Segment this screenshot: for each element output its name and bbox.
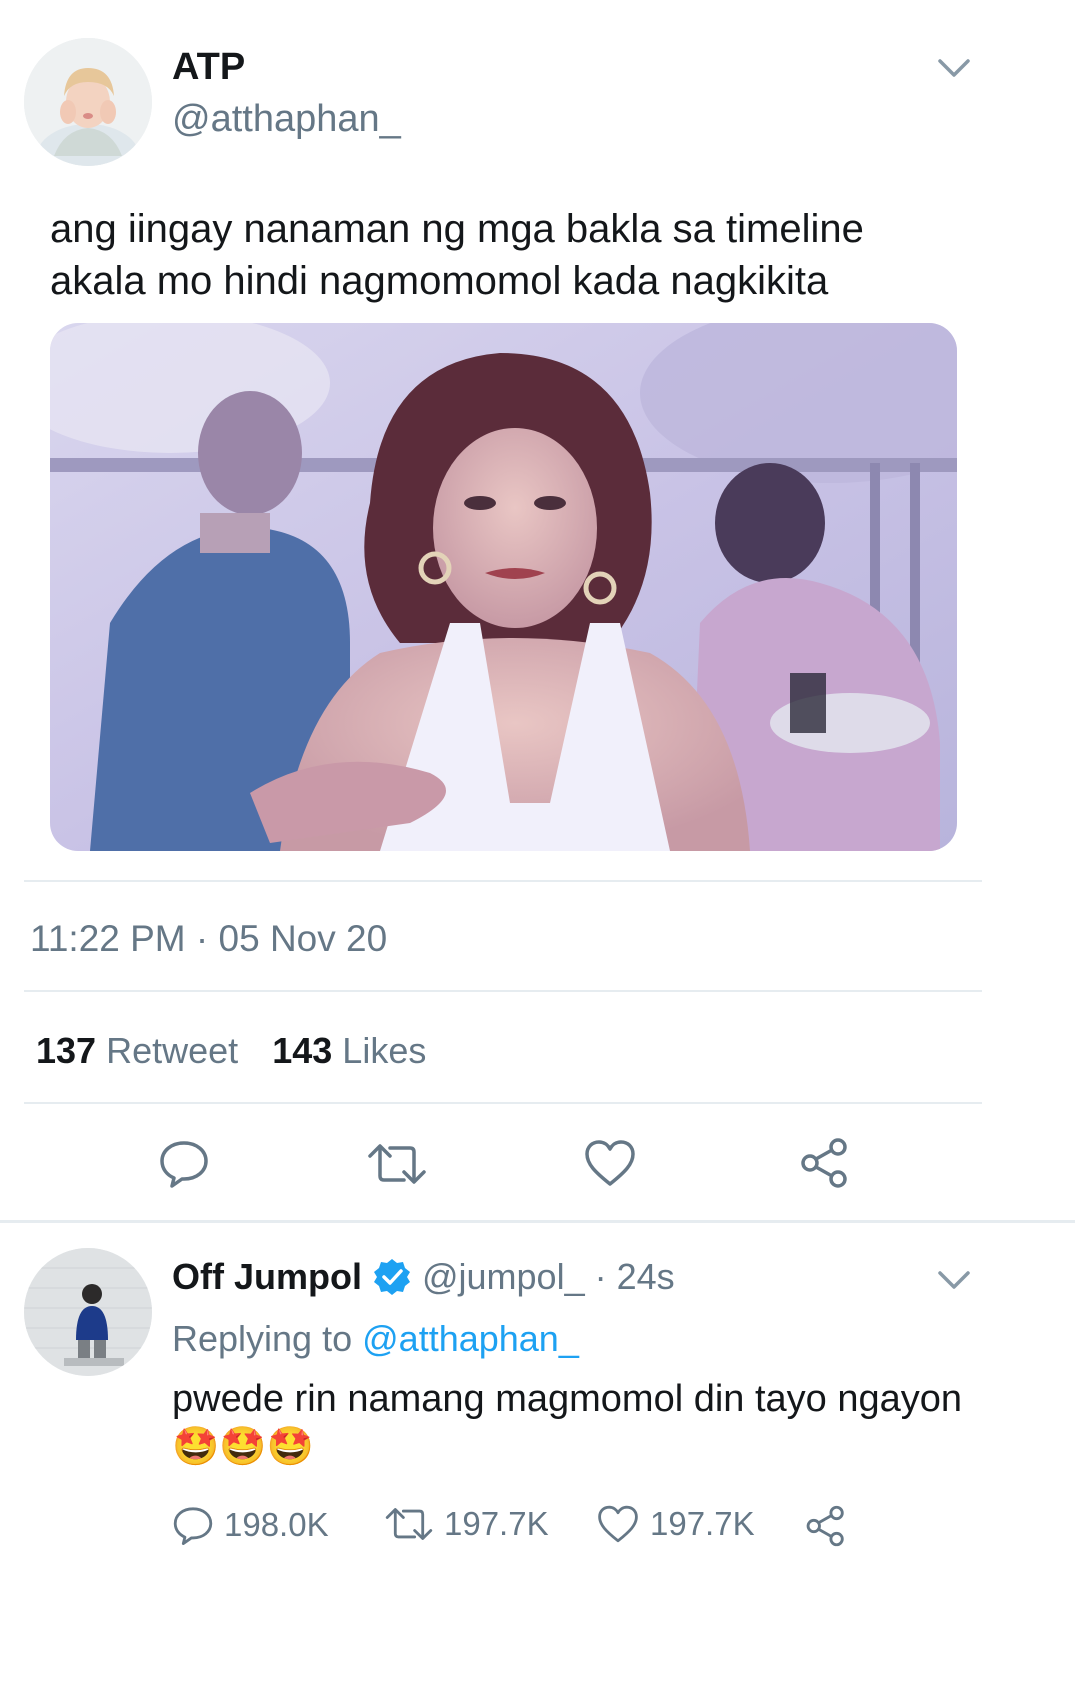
divider [24, 880, 982, 882]
author-handle[interactable]: @atthaphan_ [172, 98, 401, 141]
reply-author-avatar[interactable] [24, 1248, 152, 1376]
reply-count: 198.0K [224, 1506, 329, 1543]
like-icon[interactable] [583, 1138, 637, 1188]
replying-to-prefix: Replying to [172, 1318, 353, 1359]
reply-text: pwede rin namang magmomol din tayo ngayo… [172, 1376, 962, 1472]
reply-age: · 24s [594, 1256, 675, 1297]
reply-action-retweet[interactable]: 197.7K [384, 1504, 549, 1544]
like-icon [596, 1504, 640, 1544]
replying-to: Replying to @atthaphan_ [172, 1318, 579, 1360]
reply-text-line: pwede rin namang magmomol din tayo ngayo… [172, 1378, 963, 1420]
chevron-down-icon[interactable] [934, 1260, 974, 1300]
tweet-photo[interactable] [50, 323, 957, 851]
share-icon[interactable] [804, 1504, 848, 1548]
like-label: Likes [342, 1030, 427, 1071]
retweet-icon [384, 1504, 434, 1544]
verified-badge-icon [372, 1257, 412, 1297]
section-separator [0, 1220, 1075, 1223]
reply-author-name[interactable]: Off Jumpol [172, 1256, 362, 1298]
reply-icon [172, 1504, 214, 1546]
reply-author-handle[interactable]: @jumpol_ [422, 1256, 585, 1298]
divider [24, 1102, 982, 1104]
like-count-link[interactable]: 143 Likes [272, 1030, 426, 1071]
tweet-text-line-1: ang iingay nanaman ng mga bakla sa timel… [50, 207, 864, 251]
reply-header: Off Jumpol @jumpol_ · 24s [172, 1256, 675, 1298]
reply-action-reply[interactable]: 198.0K [172, 1504, 329, 1546]
reply-like-count: 197.7K [650, 1505, 755, 1542]
reply-action-like[interactable]: 197.7K [596, 1504, 755, 1544]
reply-retweet-count: 197.7K [444, 1505, 549, 1542]
engagement-counts: 137 Retweet 143 Likes [36, 1030, 426, 1072]
share-icon[interactable] [798, 1136, 852, 1190]
tweet-text-line-2: akala mo hindi nagmomomol kada nagkikita [50, 259, 829, 303]
author-name[interactable]: ATP [172, 46, 245, 89]
replying-to-handle[interactable]: @atthaphan_ [362, 1318, 579, 1359]
author-avatar[interactable] [24, 38, 152, 166]
retweet-icon[interactable] [366, 1140, 428, 1188]
tweet-text: ang iingay nanaman ng mga bakla sa timel… [50, 203, 864, 307]
divider [24, 990, 982, 992]
tweet-timestamp[interactable]: 11:22 PM · 05 Nov 20 [30, 918, 387, 960]
retweet-count-link[interactable]: 137 Retweet [36, 1030, 248, 1071]
reply-icon[interactable] [158, 1137, 210, 1189]
retweet-label: Retweet [106, 1030, 239, 1071]
reply-emoji: 🤩🤩🤩 [172, 1426, 314, 1468]
retweet-count: 137 [36, 1030, 97, 1071]
like-count: 143 [272, 1030, 333, 1071]
chevron-down-icon[interactable] [934, 48, 974, 88]
